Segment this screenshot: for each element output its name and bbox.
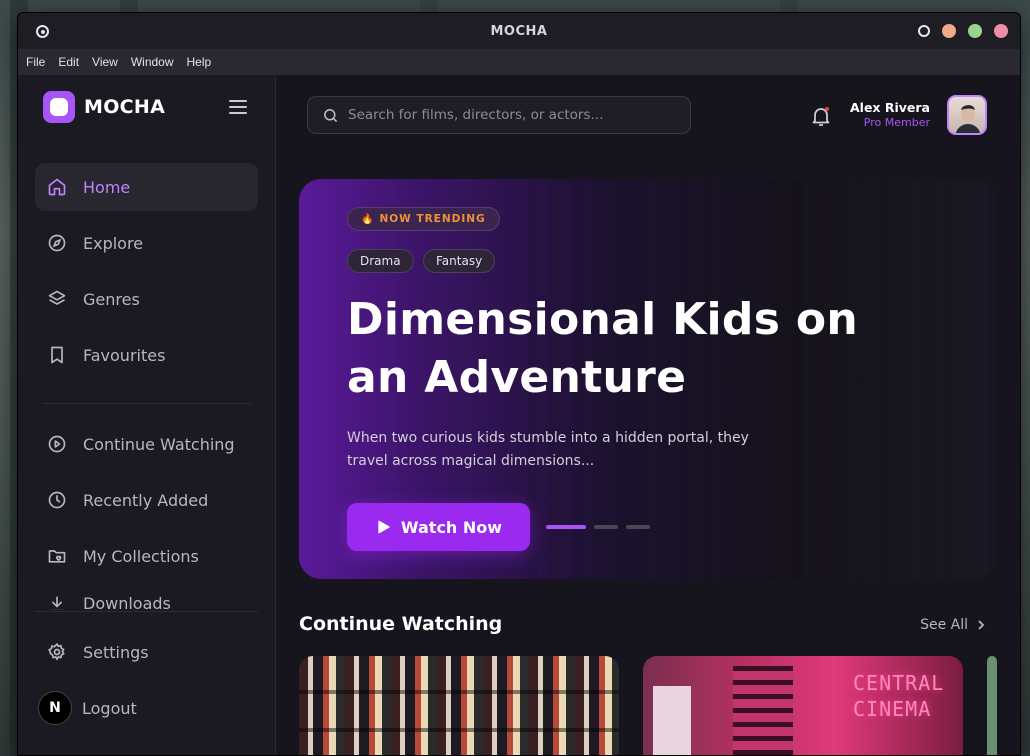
sidebar-item-explore[interactable]: Explore [35,219,258,267]
sidebar-item-favourites[interactable]: Favourites [35,331,258,379]
sidebar-item-recently-added[interactable]: Recently Added [35,476,258,524]
window-title: MOCHA [490,23,548,39]
compass-icon [48,234,66,252]
sidebar-item-label: Home [83,177,131,197]
see-all-link[interactable]: See All [920,617,986,633]
user-role: Pro Member [863,116,930,129]
sidebar-item-label: Favourites [83,345,166,365]
brand-logo[interactable]: MOCHA [43,91,165,123]
app-window: MOCHA File Edit View Window Help MOCHA H… [17,12,1021,756]
menu-file[interactable]: File [26,55,45,69]
menu-help[interactable]: Help [187,55,212,69]
menu-edit[interactable]: Edit [58,55,79,69]
sidebar-item-label: Recently Added [83,490,209,510]
brand-name: MOCHA [84,96,166,118]
main-content: Alex Rivera Pro Member 🔥 NOW TRENDING Dr… [276,75,1020,755]
genre-tag-fantasy[interactable]: Fantasy [423,249,496,273]
bookmark-icon [51,346,63,364]
notifications-button[interactable] [809,104,833,128]
watch-now-button[interactable]: Watch Now [347,503,530,551]
continue-watching-title: Continue Watching [299,613,503,635]
hero-description: When two curious kids stumble into a hid… [347,430,749,469]
cinema-sign-text: CENTRAL CINEMA [853,671,945,721]
user-info[interactable]: Alex Rivera Pro Member [850,100,930,129]
user-avatar[interactable] [947,95,987,135]
sidebar: MOCHA Home Explore Genres Favourites Con… [18,75,276,755]
menu-window[interactable]: Window [131,55,174,69]
sidebar-item-genres[interactable]: Genres [35,275,258,323]
pager-dot[interactable] [626,525,650,529]
sidebar-item-downloads[interactable]: Downloads [35,588,258,610]
sidebar-item-home[interactable]: Home [35,163,258,211]
sidebar-item-label: Genres [83,289,140,309]
search-icon [324,108,337,122]
trending-badge-label: NOW TRENDING [379,213,486,225]
menu-bar: File Edit View Window Help [18,49,1020,75]
fire-icon: 🔥 [361,213,375,225]
watch-now-label: Watch Now [400,517,503,537]
sidebar-divider [43,403,251,404]
pager-dot[interactable] [594,525,618,529]
continue-watching-card-next[interactable] [987,656,997,755]
sidebar-item-label: Logout [82,698,137,718]
sidebar-divider-bottom [35,611,258,612]
minimize-button[interactable] [942,24,956,38]
sidebar-item-label: Settings [83,642,149,662]
trending-badge: 🔥 NOW TRENDING [347,207,500,231]
user-name: Alex Rivera [850,100,930,115]
download-icon [49,596,65,610]
hero-pagination [546,525,650,529]
window-controls [918,24,1008,38]
folder-heart-icon [48,550,66,563]
chevron-right-icon [978,620,985,630]
hero-title: Dimensional Kids on an Adventure [347,294,858,403]
card-window-art [653,686,691,755]
menu-view[interactable]: View [92,55,118,69]
see-all-label: See All [920,617,968,633]
window-control-pin[interactable] [918,25,930,37]
title-bar: MOCHA [18,13,1020,49]
layers-icon [48,290,66,305]
bell-icon [812,107,830,126]
sidebar-item-label: Downloads [83,594,171,610]
sidebar-item-my-collections[interactable]: My Collections [35,532,258,580]
home-icon [48,178,66,196]
sidebar-item-logout[interactable]: N Logout [35,684,258,732]
continue-watching-card-posters[interactable] [299,656,619,755]
card-window-art [733,666,793,755]
sidebar-item-label: Continue Watching [83,434,235,454]
sidebar-item-label: Explore [83,233,144,253]
play-circle-icon [48,435,66,453]
play-icon [378,520,390,534]
sidebar-scroll-clip: Downloads [18,588,276,610]
pager-dot-active[interactable] [546,525,586,529]
search-input[interactable] [348,107,678,123]
genre-tag-drama[interactable]: Drama [347,249,414,273]
user-photo-icon [955,105,981,133]
hero-banner[interactable]: 🔥 NOW TRENDING Drama Fantasy Dimensional… [299,179,996,579]
close-button[interactable] [994,24,1008,38]
logout-avatar-icon: N [38,691,72,725]
continue-watching-card-cinema[interactable]: CENTRAL CINEMA [643,656,963,755]
gear-icon [48,642,65,661]
maximize-button[interactable] [968,24,982,38]
sidebar-item-label: My Collections [83,546,199,566]
search-bar[interactable] [307,96,691,134]
sidebar-item-continue-watching[interactable]: Continue Watching [35,420,258,468]
hamburger-menu-icon[interactable] [229,100,247,114]
sidebar-item-settings[interactable]: Settings [35,628,258,676]
mocha-logo-icon [43,91,75,123]
clock-icon [48,491,66,509]
